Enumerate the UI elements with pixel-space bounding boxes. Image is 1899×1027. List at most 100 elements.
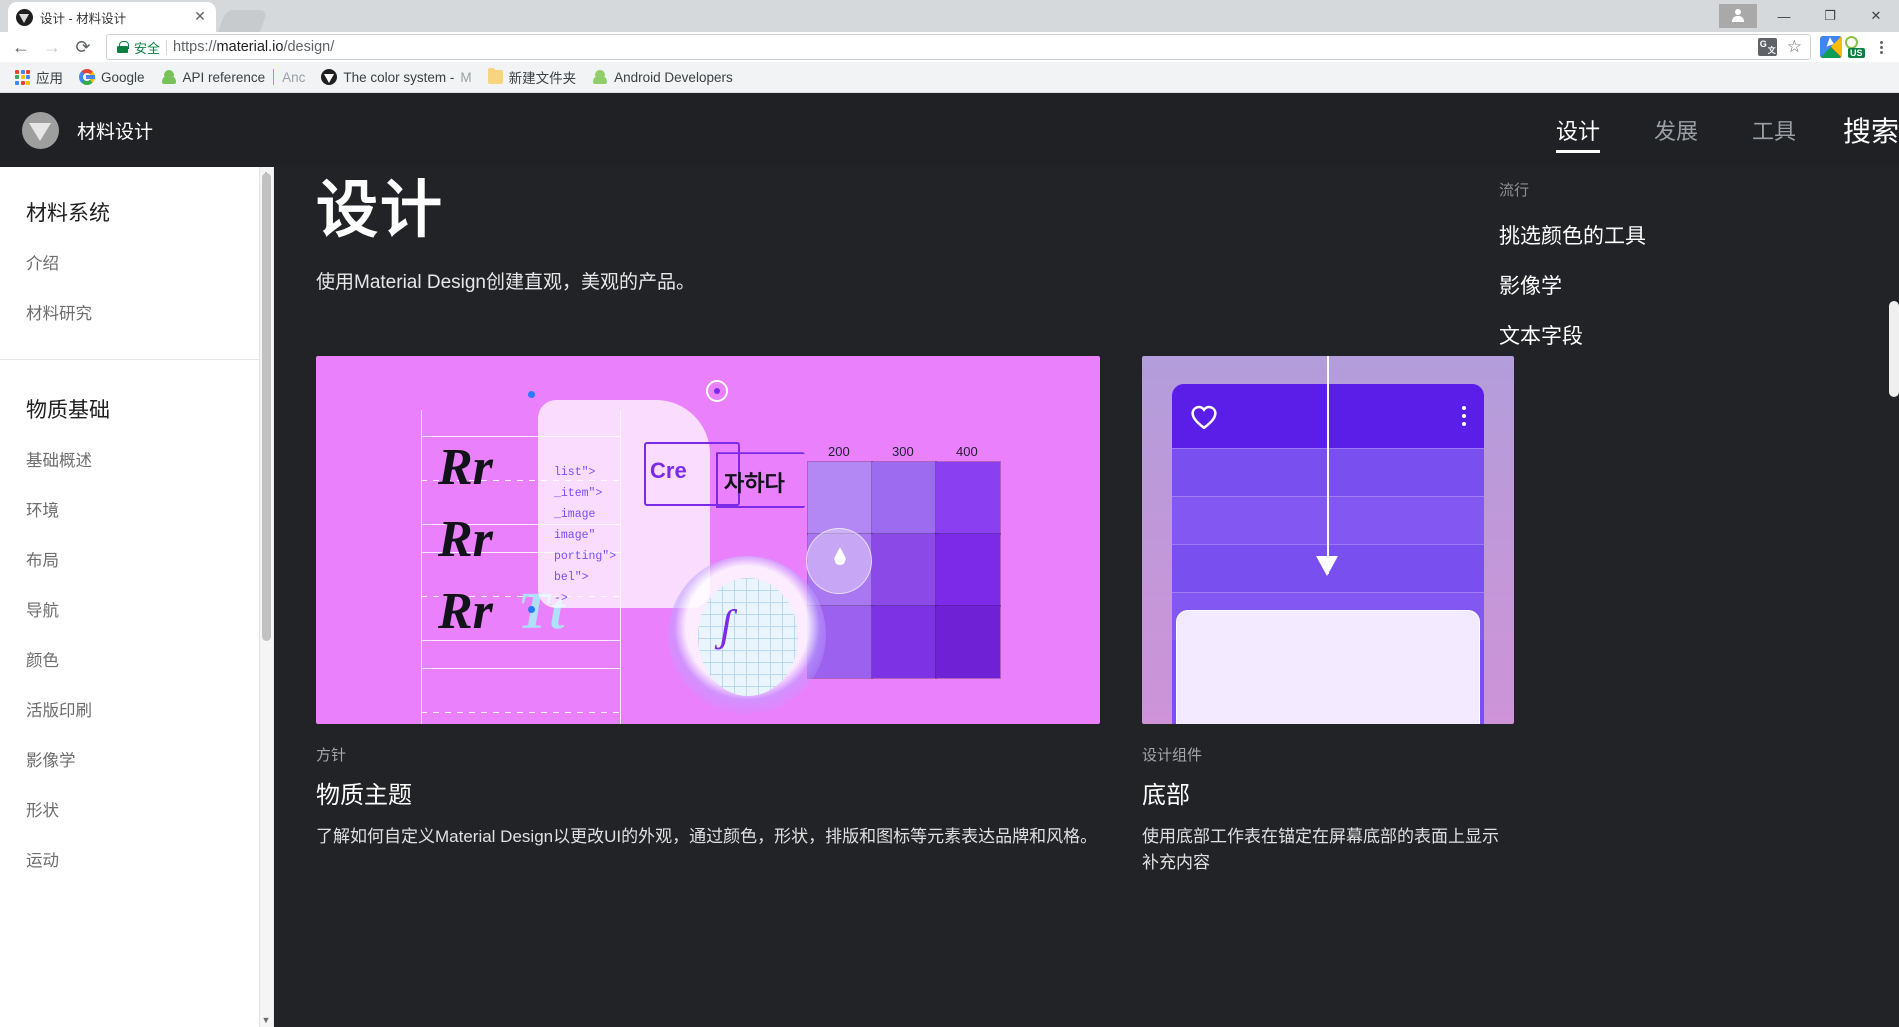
profile-button[interactable] bbox=[1715, 0, 1761, 32]
letter-rr: Rr bbox=[438, 583, 493, 641]
nav-item-design[interactable]: 设计 bbox=[1529, 93, 1627, 167]
sidebar-item-motion[interactable]: 运动 bbox=[0, 834, 273, 884]
trending-link-iconography[interactable]: 影像学 bbox=[1499, 250, 1871, 300]
main-content: 设计 使用Material Design创建直观，美观的产品。 Rr Rr Rr… bbox=[274, 167, 1899, 1027]
sidebar-item-typography[interactable]: 活版印刷 bbox=[0, 684, 273, 734]
bookmark-google[interactable]: Google bbox=[72, 66, 152, 88]
scroll-down-icon[interactable]: ▼ bbox=[259, 1013, 273, 1027]
heart-icon bbox=[1190, 404, 1218, 429]
sidebar-item-material-studies[interactable]: 材料研究 bbox=[0, 287, 273, 337]
sidebar-item-color[interactable]: 颜色 bbox=[0, 634, 273, 684]
droplet-icon bbox=[806, 528, 872, 595]
sidebar-item-intro[interactable]: 介绍 bbox=[0, 237, 273, 287]
swatch-number: 300 bbox=[892, 444, 914, 460]
extension-us-icon[interactable]: US bbox=[1845, 36, 1867, 58]
folder-icon bbox=[487, 68, 503, 84]
squiggle-glyph: ʃ bbox=[720, 601, 733, 651]
material-logo-icon bbox=[22, 111, 59, 149]
divider bbox=[273, 69, 275, 85]
bookmark-label: Google bbox=[101, 69, 145, 85]
reload-icon[interactable]: ⟳ bbox=[69, 33, 97, 61]
sidebar-item-iconography[interactable]: 影像学 bbox=[0, 734, 273, 784]
bookmark-api-reference[interactable]: API reference Anc bbox=[154, 66, 313, 88]
url-text: https://material.io/design/ bbox=[173, 39, 334, 55]
tab-title: 设计 - 材料设计 bbox=[40, 11, 127, 26]
sidebar-item-environment[interactable]: 环境 bbox=[0, 484, 273, 534]
android-icon bbox=[161, 69, 177, 85]
bookmark-new-folder[interactable]: 新建文件夹 bbox=[481, 64, 584, 90]
bookmark-star-icon[interactable]: ☆ bbox=[1787, 37, 1802, 57]
bookmark-apps[interactable]: 应用 bbox=[8, 64, 70, 90]
overflow-menu-icon[interactable] bbox=[1462, 406, 1466, 427]
sidebar-group-title: 物质基础 bbox=[26, 399, 110, 422]
bottom-sheet-illustration bbox=[1142, 356, 1514, 725]
maximize-button[interactable]: ❐ bbox=[1807, 0, 1853, 32]
minimize-button[interactable]: — bbox=[1761, 0, 1807, 32]
card-eyebrow: 方针 bbox=[316, 747, 347, 765]
bookmark-label: The color system - bbox=[343, 69, 455, 85]
letter-rr: Rr bbox=[438, 439, 493, 497]
nav-item-develop[interactable]: 发展 bbox=[1627, 93, 1725, 167]
search-button[interactable]: 搜索 bbox=[1823, 93, 1899, 167]
nav-item-tools[interactable]: 工具 bbox=[1725, 93, 1823, 167]
page-scrollbar-thumb[interactable] bbox=[1889, 301, 1899, 397]
security-label: 安全 bbox=[134, 40, 161, 56]
browser-toolbar: ← → ⟳ 安全 https://material.io/design/ G文 … bbox=[0, 32, 1899, 62]
web-page: 材料设计 设计 发展 工具 搜索 材料系统 介绍 材料研究 物质基础 基础概述 bbox=[0, 93, 1899, 1027]
bookmark-android-developers[interactable]: Android Developers bbox=[585, 67, 740, 88]
sidebar: 材料系统 介绍 材料研究 物质基础 基础概述 环境 布局 导航 颜色 活版印刷 … bbox=[0, 167, 274, 1027]
card-bottom-sheets[interactable]: 设计组件 底部 使用底部工作表在锚定在屏幕底部的表面上显示补充内容 bbox=[1142, 356, 1514, 875]
sidebar-group-material-system: 材料系统 介绍 材料研究 bbox=[0, 197, 273, 359]
android-icon bbox=[592, 69, 608, 85]
bottom-sheet-surface bbox=[1176, 610, 1480, 725]
forward-icon[interactable]: → bbox=[38, 33, 66, 61]
site-brand[interactable]: 材料设计 bbox=[22, 111, 153, 149]
card-material-theming[interactable]: Rr Rr Rr Tt list"> _item"> _image image"… bbox=[316, 356, 1100, 875]
sidebar-item-navigation[interactable]: 导航 bbox=[0, 584, 273, 634]
bookmark-label: API reference bbox=[182, 69, 266, 85]
trending-link-color-tool[interactable]: 挑选颜色的工具 bbox=[1499, 200, 1871, 250]
bookmarks-bar: 应用 Google API reference Anc The color sy… bbox=[0, 62, 1899, 93]
bookmark-label: 应用 bbox=[36, 71, 63, 86]
translate-icon[interactable]: G文 bbox=[1757, 38, 1777, 56]
sidebar-scrollbar[interactable]: ▲ ▼ bbox=[259, 167, 273, 1027]
new-tab-button[interactable] bbox=[217, 10, 269, 32]
google-icon bbox=[79, 69, 95, 85]
browser-titlebar: 设计 - 材料设计 ✕ — ❐ ✕ bbox=[0, 0, 1899, 32]
card-title: 物质主题 bbox=[316, 782, 412, 810]
extension-colorful-icon[interactable] bbox=[1820, 36, 1842, 58]
bookmark-label-cut: M bbox=[460, 69, 472, 85]
page-scrollbar[interactable] bbox=[1887, 241, 1899, 1027]
bookmark-label-cut: Anc bbox=[282, 69, 306, 85]
sidebar-group-foundation: 物质基础 基础概述 环境 布局 导航 颜色 活版印刷 影像学 形状 运动 bbox=[0, 359, 273, 906]
bookmark-label: 新建文件夹 bbox=[508, 71, 577, 86]
trending-link-text-fields[interactable]: 文本字段 bbox=[1499, 300, 1871, 350]
swatch-number: 200 bbox=[828, 444, 850, 460]
bookmark-color-system[interactable]: The color system - M bbox=[314, 66, 478, 88]
swatch-number: 400 bbox=[956, 444, 978, 460]
divider bbox=[166, 39, 168, 55]
create-text: Cre bbox=[650, 458, 687, 484]
sidebar-item-shape[interactable]: 形状 bbox=[0, 784, 273, 834]
chrome-menu-icon[interactable] bbox=[1870, 40, 1892, 54]
browser-window: 设计 - 材料设计 ✕ — ❐ ✕ ← → ⟳ 安全 https://mater… bbox=[0, 0, 1899, 1027]
sidebar-item-foundation-overview[interactable]: 基础概述 bbox=[0, 434, 273, 484]
url-host: material.io bbox=[216, 39, 284, 55]
sidebar-item-layout[interactable]: 布局 bbox=[0, 534, 273, 584]
browser-tab[interactable]: 设计 - 材料设计 ✕ bbox=[8, 2, 216, 32]
down-arrow-icon bbox=[1316, 356, 1338, 577]
apps-grid-icon bbox=[15, 69, 30, 85]
korean-text: 자하다 bbox=[724, 471, 785, 497]
grid-circle bbox=[698, 578, 798, 697]
address-bar[interactable]: 安全 https://material.io/design/ G文 ☆ bbox=[106, 34, 1811, 60]
scrollbar-thumb[interactable] bbox=[262, 173, 271, 641]
card-list: Rr Rr Rr Tt list"> _item"> _image image"… bbox=[316, 294, 1899, 875]
page-body: 材料系统 介绍 材料研究 物质基础 基础概述 环境 布局 导航 颜色 活版印刷 … bbox=[0, 167, 1899, 1027]
letter-rr: Rr bbox=[438, 511, 493, 569]
back-icon[interactable]: ← bbox=[7, 33, 35, 61]
close-window-button[interactable]: ✕ bbox=[1853, 0, 1899, 32]
bookmark-label: Android Developers bbox=[614, 69, 733, 85]
card-description: 使用底部工作表在锚定在屏幕底部的表面上显示补充内容 bbox=[1142, 827, 1499, 872]
close-icon[interactable]: ✕ bbox=[192, 9, 208, 25]
window-controls: — ❐ ✕ bbox=[1715, 0, 1899, 32]
